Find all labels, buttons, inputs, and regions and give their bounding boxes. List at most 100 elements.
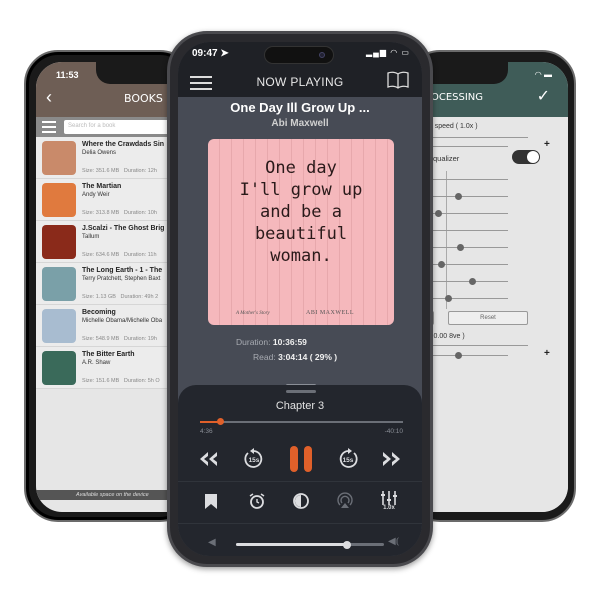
reset-button[interactable]: Reset	[448, 311, 528, 325]
volume-slider[interactable]	[236, 540, 384, 549]
eq-band-knob[interactable]	[454, 193, 462, 200]
cover-handwritten-text: One day I'll grow up and be a beautiful woma…	[208, 157, 394, 267]
book-meta: Size: 548.9 MB Duration: 19h	[82, 336, 157, 342]
location-arrow-icon: ➤	[220, 48, 229, 59]
forward-15-icon: 15s	[339, 448, 358, 468]
progress-knob[interactable]	[217, 418, 225, 425]
divider	[178, 481, 422, 482]
book-title: J.Scalzi - The Ghost Brig	[82, 225, 165, 232]
eq-center-line	[446, 171, 447, 309]
book-cover-thumbnail	[42, 225, 76, 259]
airplay-icon	[337, 492, 353, 508]
menu-icon[interactable]	[42, 121, 56, 133]
cover-text-line: and be a	[260, 202, 342, 222]
book-meta: Size: 351.6 MB Duration: 12h	[82, 168, 157, 174]
camera-dot	[319, 52, 325, 58]
book-title: Becoming	[82, 309, 116, 316]
speed-badge: 1.0x	[383, 504, 395, 511]
sleep-timer-button[interactable]	[246, 490, 268, 512]
eq-band-knob[interactable]	[444, 295, 452, 302]
equalizer-toggle[interactable]	[512, 150, 540, 164]
book-meta: Size: 634.6 MB Duration: 11h	[82, 252, 157, 258]
dynamic-island	[264, 46, 334, 64]
cover-subtitle: A Mother's Story	[236, 311, 270, 316]
book-cover-thumbnail	[42, 183, 76, 217]
app-showcase: 11:53 ‹ BOOKS Search for a book Where th…	[0, 0, 600, 600]
forward-15-button[interactable]: 15s	[334, 445, 362, 473]
equalizer-sliders-icon	[381, 490, 397, 505]
back-chevron-icon[interactable]: ‹	[46, 87, 52, 108]
contrast-icon	[293, 493, 309, 509]
book-cover-thumbnail	[42, 267, 76, 301]
open-book-icon[interactable]	[386, 70, 410, 90]
book-cover-thumbnail	[42, 309, 76, 343]
previous-chapter-button[interactable]	[194, 445, 222, 473]
svg-text:15s: 15s	[249, 457, 260, 464]
cover-text-line: beautiful	[254, 224, 348, 244]
cover-text-line: woman.	[270, 246, 332, 266]
toggle-knob	[527, 151, 539, 163]
book-title: One Day Ill Grow Up ...	[230, 100, 370, 115]
player-drag-handle[interactable]	[286, 390, 316, 393]
double-chevron-right-icon	[383, 452, 400, 466]
read-row: Read: 3:04:14 ( 29% )	[253, 352, 337, 362]
remaining-time: -40:10	[384, 428, 403, 435]
pitch-plus-button[interactable]: +	[544, 348, 550, 359]
book-meta: Size: 151.6 MB Duration: 5h O	[82, 378, 160, 384]
double-chevron-left-icon	[200, 452, 217, 466]
book-author: Terry Pratchett, Stephen Baxt	[82, 276, 161, 282]
now-playing-screen: 09:47 ➤ ▂▄▆ ◠ ▭ NOW PLAYING One Day Ill …	[178, 42, 422, 556]
book-title: The Bitter Earth	[82, 351, 135, 358]
book-author: Abi Maxwell	[271, 118, 329, 129]
pause-icon	[290, 446, 312, 472]
book-author: Michelle Obama/Michelle Oba	[82, 318, 163, 324]
eq-band-knob[interactable]	[437, 261, 445, 268]
chapter-progress-bar[interactable]	[200, 418, 403, 425]
speed-plus-button[interactable]: +	[544, 139, 550, 150]
volume-low-icon: ◀	[208, 537, 216, 548]
pitch-slider-knob[interactable]	[454, 352, 462, 359]
next-chapter-button[interactable]	[378, 445, 406, 473]
books-title: BOOKS	[124, 92, 163, 105]
bookmark-button[interactable]	[200, 490, 222, 512]
book-cover[interactable]: One day I'll grow up and be a beautiful woma…	[208, 139, 394, 325]
status-time: 11:53	[56, 70, 79, 80]
duration-value: 10:36:59	[272, 337, 307, 347]
book-author: A.R. Shaw	[82, 360, 111, 366]
divider	[178, 523, 422, 524]
alarm-clock-icon	[249, 493, 265, 509]
eq-band-knob[interactable]	[456, 244, 464, 251]
theme-toggle-button[interactable]	[290, 490, 312, 512]
book-meta: Size: 313.8 MB Duration: 10h	[82, 210, 157, 216]
status-icons: ◠ ▬	[534, 70, 552, 79]
book-title: The Martian	[82, 183, 122, 190]
elapsed-time: 4:36	[200, 428, 213, 435]
svg-text:15s: 15s	[343, 457, 354, 464]
cover-text-line: I'll grow up	[239, 180, 363, 200]
eq-band-knob[interactable]	[434, 210, 442, 217]
rewind-15-button[interactable]: 15s	[240, 445, 268, 473]
book-title: Where the Crawdads Sin	[82, 141, 165, 148]
player-panel: Chapter 3 4:36 -40:10 15s 15s 1.0x ◀ ◀⦅	[178, 385, 422, 556]
book-info: One Day Ill Grow Up ... Abi Maxwell One …	[178, 97, 422, 387]
duration-row: Duration: 10:36:59	[236, 337, 307, 347]
rewind-15-icon: 15s	[244, 448, 263, 468]
cover-text-line: One day	[265, 158, 337, 178]
airplay-button[interactable]	[334, 490, 356, 512]
read-value: 3:04:14 ( 29% )	[278, 352, 338, 362]
audio-settings-button[interactable]: 1.0x	[378, 490, 400, 512]
eq-band-knob[interactable]	[468, 278, 476, 285]
status-time: 09:47 ➤	[192, 48, 229, 59]
duration-label: Duration:	[236, 337, 271, 347]
volume-knob[interactable]	[343, 540, 351, 549]
chapter-title[interactable]: Chapter 3	[178, 400, 422, 412]
checkmark-icon[interactable]: ✓	[537, 86, 550, 106]
pause-button[interactable]	[287, 445, 315, 473]
volume-fill	[236, 543, 347, 546]
volume-high-icon: ◀⦅	[388, 536, 400, 547]
status-icons: ▂▄▆ ◠ ▭	[366, 48, 410, 57]
book-title: The Long Earth - 1 - The	[82, 267, 163, 274]
top-bar: 09:47 ➤ ▂▄▆ ◠ ▭ NOW PLAYING	[178, 42, 422, 97]
bookmark-icon	[205, 493, 217, 509]
book-author: Andy Weir	[82, 192, 110, 198]
